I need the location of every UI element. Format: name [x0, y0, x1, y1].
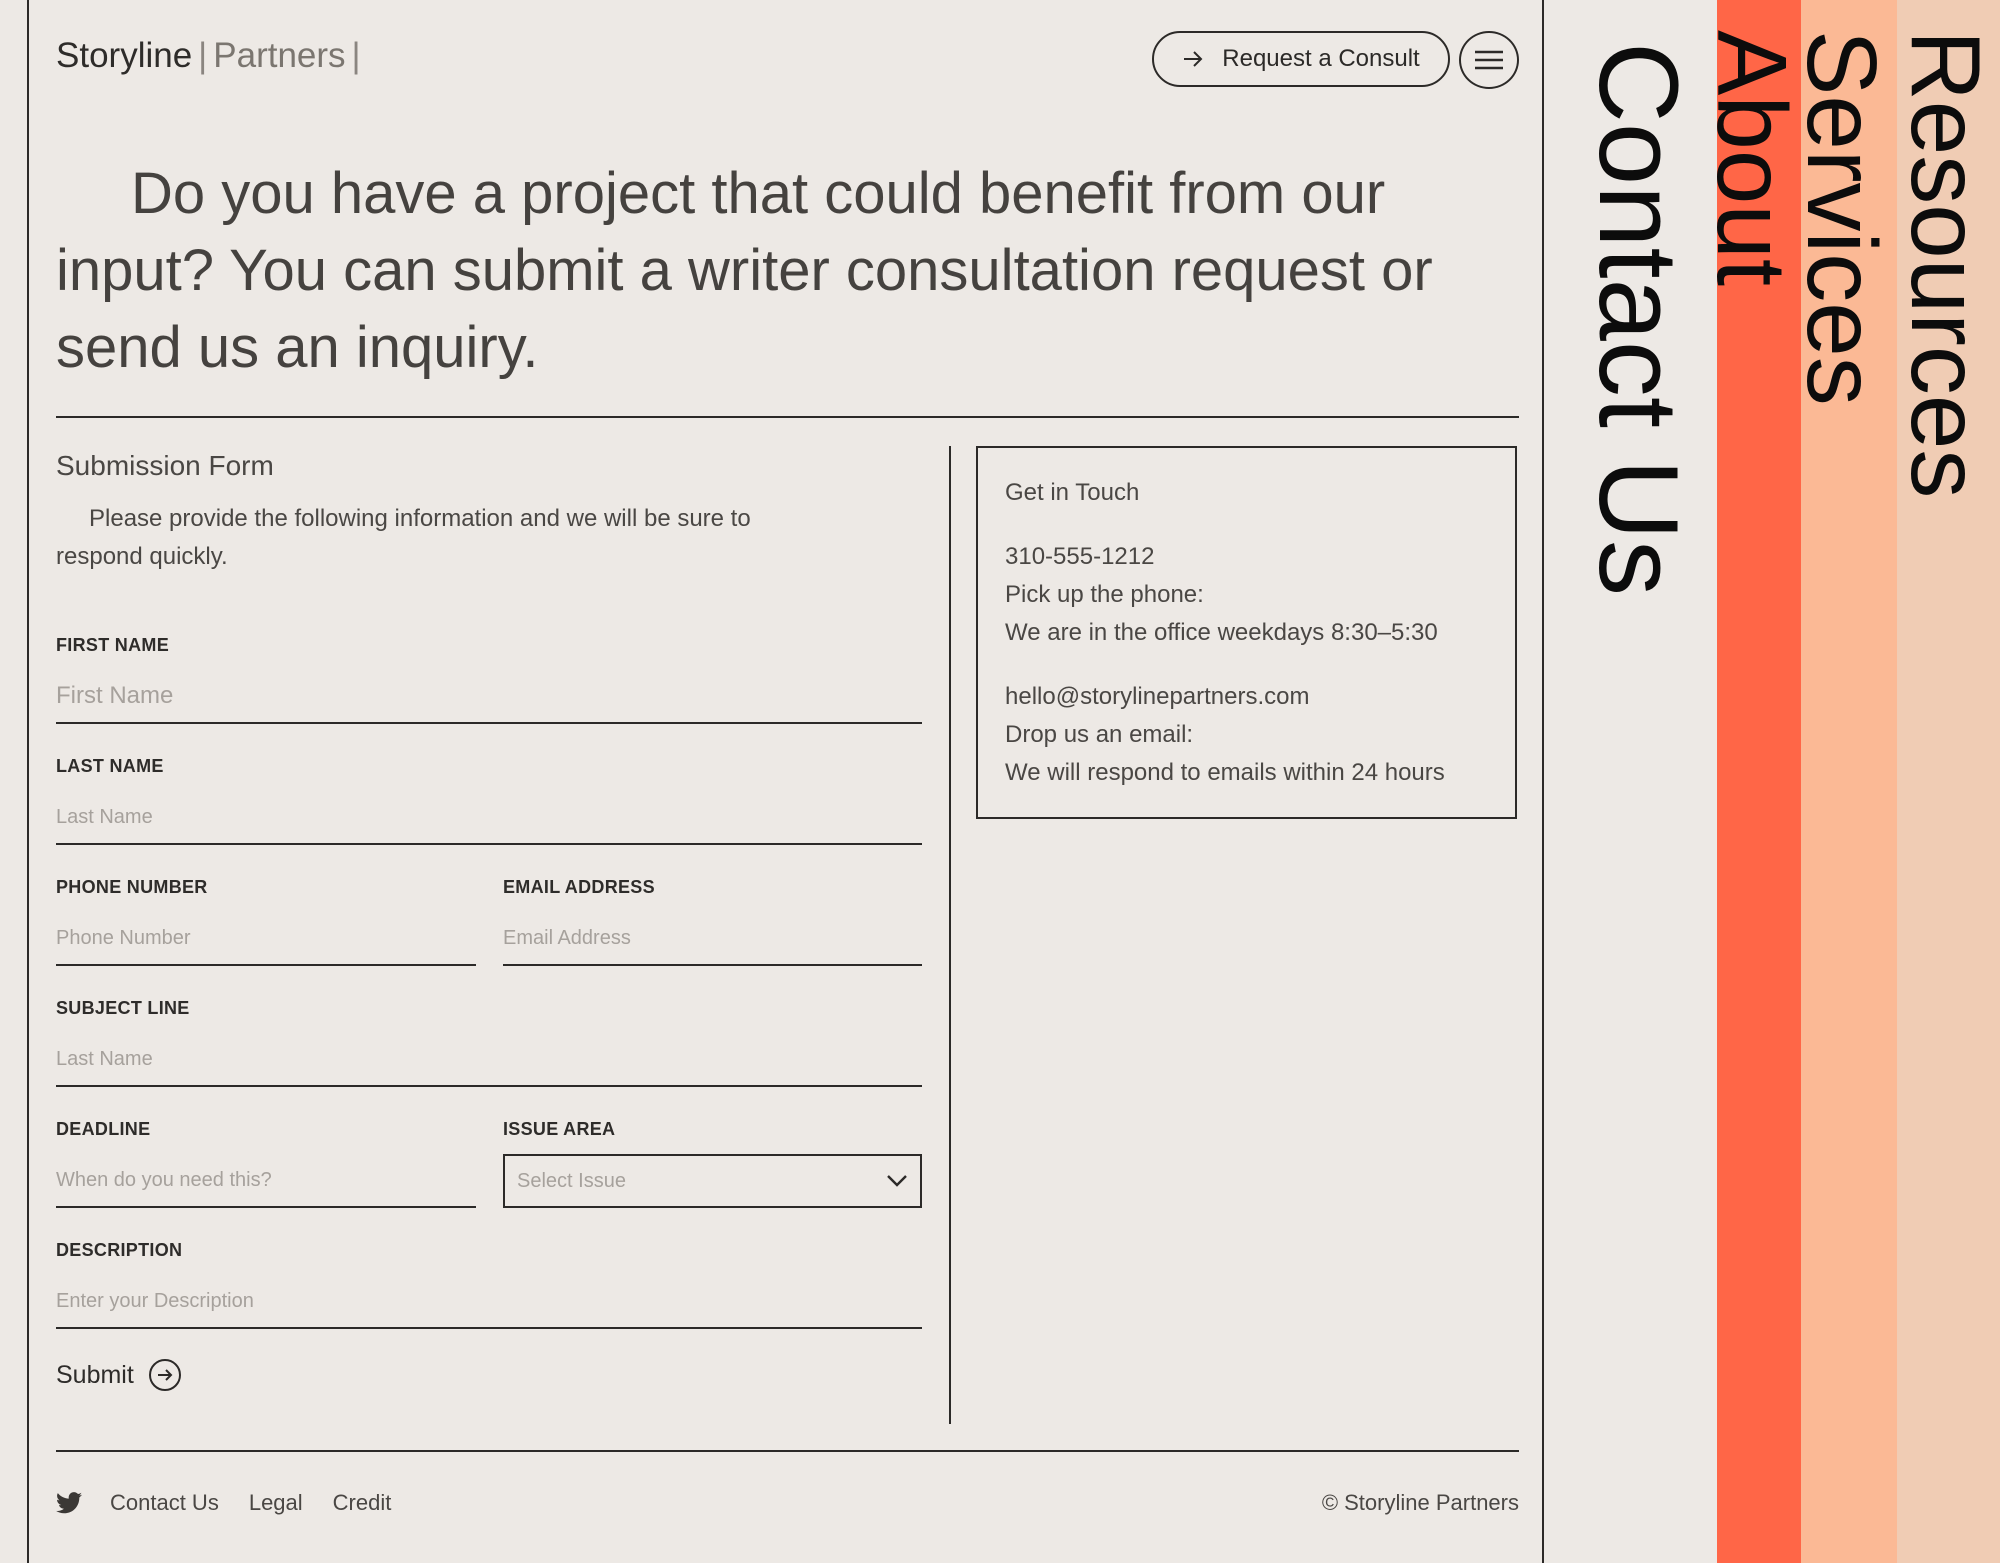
footer-link-legal[interactable]: Legal	[249, 1490, 303, 1516]
hamburger-icon	[1475, 50, 1503, 70]
request-consult-button[interactable]: Request a Consult	[1152, 31, 1450, 87]
contact-email-link[interactable]: hello@storylinepartners.com	[1005, 683, 1310, 710]
contact-info-box: Get in Touch 310-555-1212 Pick up the ph…	[976, 446, 1517, 819]
hero-heading: Do you have a project that could benefit…	[56, 161, 1433, 380]
contact-email-line2: We will respond to emails within 24 hour…	[1005, 759, 1445, 786]
request-consult-label: Request a Consult	[1222, 45, 1420, 72]
issue-area-label: ISSUE AREA	[503, 1119, 616, 1139]
side-nav-contact-label: Contact Us	[1576, 42, 1701, 596]
side-panel-services[interactable]: Services	[1787, 0, 1897, 1563]
last-name-field: LAST NAME	[56, 756, 922, 845]
arrow-right-icon	[1184, 51, 1203, 67]
description-input[interactable]	[56, 1275, 922, 1329]
subject-field: SUBJECT LINE	[56, 998, 922, 1087]
logo-separator: |	[198, 36, 208, 75]
contact-phone-line2: We are in the office weekdays 8:30–5:30	[1005, 619, 1438, 646]
last-name-label: LAST NAME	[56, 756, 164, 776]
contact-email-line1: Drop us an email:	[1005, 721, 1194, 748]
email-input[interactable]	[503, 912, 922, 966]
menu-button[interactable]	[1459, 31, 1519, 89]
contact-phone-link[interactable]: 310-555-1212	[1005, 543, 1154, 570]
last-name-input[interactable]	[56, 791, 922, 845]
divider-top	[56, 416, 1519, 418]
logo-separator-end: |	[351, 36, 361, 75]
phone-input[interactable]	[56, 912, 476, 966]
logo-sub: Partners	[213, 36, 346, 75]
description-field: DESCRIPTION	[56, 1240, 922, 1329]
first-name-input[interactable]	[56, 670, 922, 724]
first-name-label: FIRST NAME	[56, 635, 169, 655]
contact-email-group: hello@storylinepartners.com Drop us an e…	[1005, 678, 1488, 792]
divider-bottom	[56, 1450, 1519, 1452]
chevron-down-icon	[887, 1175, 907, 1187]
logo-main: Storyline	[56, 36, 193, 75]
description-label: DESCRIPTION	[56, 1240, 183, 1260]
issue-area-select[interactable]: Select Issue	[503, 1154, 922, 1208]
main-content: Storyline | Partners | Request a Consult Do…	[27, 0, 1544, 1563]
deadline-field: DEADLINE	[56, 1119, 476, 1208]
site-logo[interactable]: Storyline | Partners |	[56, 36, 367, 76]
contact-phone-line1: Pick up the phone:	[1005, 581, 1204, 608]
phone-field: PHONE NUMBER	[56, 877, 476, 966]
side-panel-contact[interactable]: Contact Us	[1544, 0, 1717, 1563]
issue-area-selected: Select Issue	[517, 1169, 626, 1192]
arrow-circle-right-icon	[148, 1359, 181, 1391]
side-panel-resources[interactable]: Resources	[1891, 0, 2000, 1563]
footer-link-contact[interactable]: Contact Us	[110, 1490, 219, 1516]
phone-label: PHONE NUMBER	[56, 877, 208, 897]
submit-button[interactable]: Submit	[56, 1358, 182, 1392]
contact-phone-group: 310-555-1212 Pick up the phone: We are i…	[1005, 538, 1488, 652]
footer-link-credit[interactable]: Credit	[333, 1490, 392, 1516]
form-intro: Please provide the following information…	[56, 505, 751, 570]
form-title: Submission Form	[56, 450, 274, 481]
side-nav-resources-label: Resources	[1891, 30, 2000, 499]
twitter-icon[interactable]	[56, 1492, 82, 1514]
subject-input[interactable]	[56, 1033, 922, 1087]
subject-label: SUBJECT LINE	[56, 998, 190, 1018]
contact-title: Get in Touch	[1005, 479, 1140, 506]
footer: Contact Us Legal Credit © Storyline Part…	[56, 1490, 1519, 1516]
first-name-field: FIRST NAME	[56, 635, 922, 724]
column-divider	[949, 446, 951, 1424]
side-nav-services-label: Services	[1787, 30, 1897, 406]
copyright: © Storyline Partners	[1321, 1490, 1519, 1515]
email-label: EMAIL ADDRESS	[503, 877, 655, 897]
deadline-input[interactable]	[56, 1154, 476, 1208]
email-field: EMAIL ADDRESS	[503, 877, 922, 966]
submit-label: Submit	[56, 1360, 134, 1389]
deadline-label: DEADLINE	[56, 1119, 151, 1139]
issue-area-field: ISSUE AREA Select Issue	[503, 1119, 922, 1208]
